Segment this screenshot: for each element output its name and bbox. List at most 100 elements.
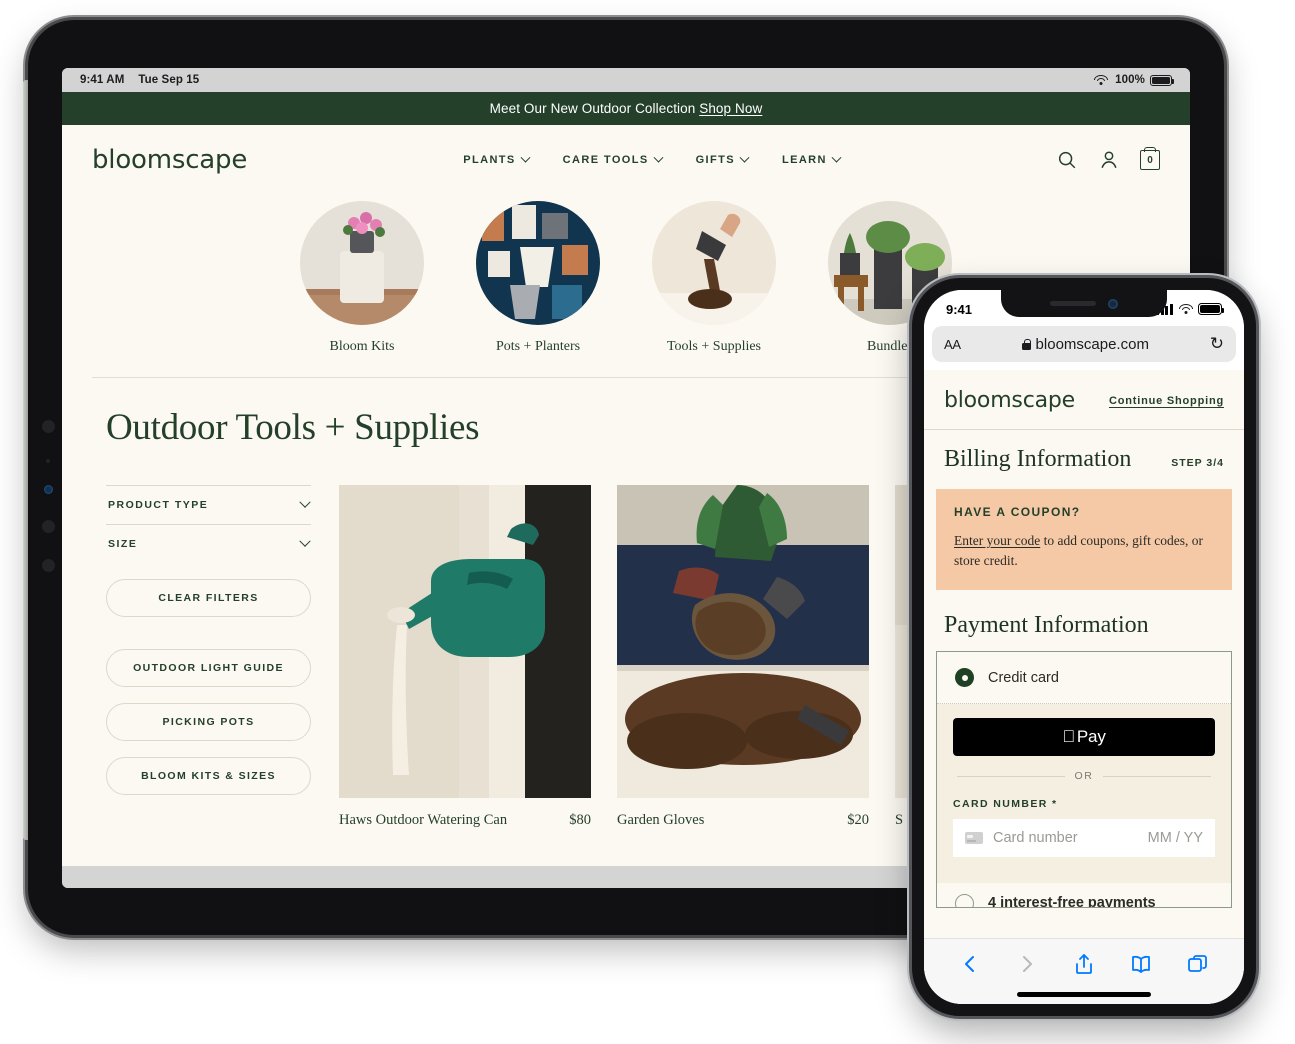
radio-unselected-icon[interactable] xyxy=(955,893,974,908)
product-card[interactable]: Garden Gloves $20 xyxy=(617,485,869,829)
nav-label: CARE TOOLS xyxy=(562,154,649,166)
apple-icon:  xyxy=(1062,727,1075,747)
category-label: Bloom Kits xyxy=(329,339,395,354)
credit-card-panel: Pay OR CARD NUMBER * Card number MM / Y… xyxy=(937,704,1231,884)
picking-pots-button[interactable]: PICKING POTS xyxy=(106,703,311,741)
credit-card-icon xyxy=(965,832,983,845)
shop-now-link[interactable]: Shop Now xyxy=(699,101,762,116)
front-camera-icon xyxy=(1108,298,1118,309)
payment-title: Payment Information xyxy=(944,612,1149,639)
product-card[interactable]: Haws Outdoor Watering Can $80 xyxy=(339,485,591,829)
nav-item-learn[interactable]: LEARN xyxy=(782,152,842,166)
continue-shopping-link[interactable]: Continue Shopping xyxy=(1109,395,1224,407)
address-bar[interactable]: AA bloomscape.com ↻ xyxy=(932,326,1236,362)
sensor-dot xyxy=(41,420,55,433)
ios-home-indicator xyxy=(1017,992,1151,997)
share-icon[interactable] xyxy=(1072,952,1096,976)
product-name: S xyxy=(895,812,904,828)
category-image xyxy=(652,201,776,325)
product-image xyxy=(617,485,869,798)
payment-methods: Credit card Pay OR CARD NUMBER * xyxy=(936,651,1232,909)
payment-option-credit-card[interactable]: Credit card xyxy=(937,652,1231,705)
nav-item-plants[interactable]: PLANTS xyxy=(463,152,531,166)
apple-pay-button[interactable]: Pay xyxy=(953,718,1215,757)
promo-banner[interactable]: Meet Our New Outdoor Collection Shop Now xyxy=(62,92,1190,125)
coupon-heading: HAVE A COUPON? xyxy=(954,505,1081,519)
card-number-input[interactable]: Card number MM / YY xyxy=(953,819,1215,858)
promo-text: Meet Our New Outdoor Collection xyxy=(489,101,696,116)
mobile-header: bloomscape Continue Shopping xyxy=(924,370,1244,429)
account-icon[interactable] xyxy=(1098,149,1120,171)
nav-item-care-tools[interactable]: CARE TOOLS xyxy=(562,152,664,166)
search-icon[interactable] xyxy=(1056,149,1078,171)
product-price: $80 xyxy=(569,812,591,828)
category-image xyxy=(300,201,424,325)
forward-icon xyxy=(1023,955,1033,972)
brand-logo[interactable]: bloomscape xyxy=(92,145,247,175)
chevron-down-icon xyxy=(299,496,311,508)
status-time: 9:41 xyxy=(946,301,973,317)
wifi-icon xyxy=(1094,74,1109,86)
filter-sidebar: PRODUCT TYPE SIZE CLEAR FILTERS OUTDOOR … xyxy=(106,485,311,829)
ipad-status-bar: 9:41 AM Tue Sep 15 100% xyxy=(62,68,1190,92)
category-bloom-kits[interactable]: Bloom Kits xyxy=(300,201,424,355)
camera-icon xyxy=(43,485,53,494)
product-name: Haws Outdoor Watering Can xyxy=(339,812,508,828)
or-separator: OR xyxy=(957,770,1212,782)
category-pots-planters[interactable]: Pots + Planters xyxy=(476,201,600,355)
earpiece-speaker xyxy=(1050,301,1096,306)
coupon-banner: HAVE A COUPON? Enter your code to add co… xyxy=(936,489,1232,591)
product-name: Garden Gloves xyxy=(617,812,705,828)
browser-chrome: AA bloomscape.com ↻ xyxy=(924,324,1244,370)
nav-label: PLANTS xyxy=(463,154,516,166)
radio-selected-icon[interactable] xyxy=(955,668,974,688)
category-label: Tools + Supplies xyxy=(666,339,762,354)
chevron-down-icon xyxy=(653,152,664,163)
brand-logo[interactable]: bloomscape xyxy=(944,388,1075,413)
bookmarks-icon[interactable] xyxy=(1129,952,1153,976)
status-date: Tue Sep 15 xyxy=(138,74,200,86)
nav-item-gifts[interactable]: GIFTS xyxy=(696,152,750,166)
billing-header: Billing Information STEP 3/4 xyxy=(924,430,1244,485)
sensor-dot xyxy=(41,520,55,533)
ipad-side-sensors xyxy=(38,420,58,600)
outdoor-light-guide-button[interactable]: OUTDOOR LIGHT GUIDE xyxy=(106,649,311,687)
battery-percent: 100% xyxy=(1115,74,1145,86)
cart-count: 0 xyxy=(1147,154,1153,166)
status-time: 9:41 AM xyxy=(80,74,125,86)
apple-pay-label: Pay xyxy=(1070,727,1106,747)
card-number-placeholder: Card number xyxy=(993,830,1078,847)
chevron-down-icon xyxy=(299,535,311,547)
card-number-label: CARD NUMBER * xyxy=(953,798,1058,811)
billing-title: Billing Information xyxy=(944,446,1132,472)
category-tools-supplies[interactable]: Tools + Supplies xyxy=(652,201,776,355)
text-size-button[interactable]: AA xyxy=(944,337,961,352)
lock-icon xyxy=(1021,338,1031,350)
url-text: bloomscape.com xyxy=(1035,335,1149,353)
category-image xyxy=(476,201,600,325)
reload-icon[interactable]: ↻ xyxy=(1210,334,1224,354)
iphone-screen: 9:41 AA bloomscape.com ↻ bloomscape Cont… xyxy=(924,290,1244,1004)
payment-option-installments[interactable]: 4 interest-free payments xyxy=(937,883,1231,908)
wifi-icon xyxy=(1179,303,1193,315)
back-icon[interactable] xyxy=(958,952,982,976)
filter-label: SIZE xyxy=(108,538,138,550)
enter-code-link[interactable]: Enter your code xyxy=(954,533,1040,548)
clear-filters-button[interactable]: CLEAR FILTERS xyxy=(106,579,311,617)
site-header: bloomscape PLANTS CARE TOOLS GIFTS LEARN… xyxy=(62,125,1190,193)
sensor-dot xyxy=(46,459,50,463)
bloom-kits-sizes-button[interactable]: BLOOM KITS & SIZES xyxy=(106,757,311,795)
product-image xyxy=(339,485,591,798)
chevron-down-icon xyxy=(831,152,842,163)
cart-icon[interactable]: 0 xyxy=(1140,147,1160,170)
tabs-icon[interactable] xyxy=(1186,952,1210,976)
filter-size[interactable]: SIZE xyxy=(106,524,311,563)
chevron-down-icon xyxy=(739,152,750,163)
battery-icon xyxy=(1150,74,1174,86)
product-price: $20 xyxy=(847,812,869,828)
category-label: Pots + Planters xyxy=(495,339,581,354)
payment-option-label: Credit card xyxy=(988,669,1059,686)
iphone-device-frame: 9:41 AA bloomscape.com ↻ bloomscape Cont… xyxy=(912,278,1256,1016)
coupon-body: Enter your code to add coupons, gift cod… xyxy=(954,531,1214,570)
filter-product-type[interactable]: PRODUCT TYPE xyxy=(106,485,311,524)
